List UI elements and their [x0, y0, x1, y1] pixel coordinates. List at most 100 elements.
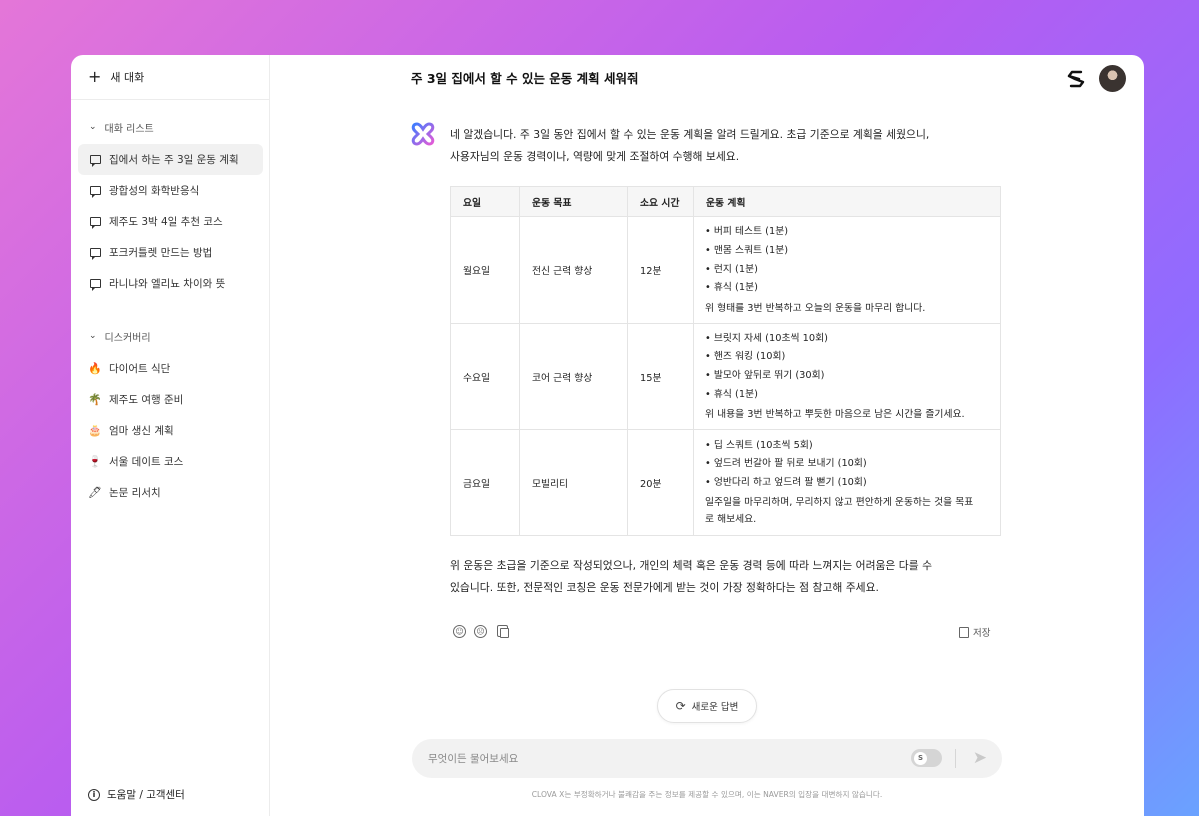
goal-cell: 모빌리티	[519, 429, 628, 536]
prompt-input[interactable]	[428, 752, 888, 765]
send-icon[interactable]: ➤	[973, 748, 987, 768]
top-bar: 주 3일 집에서 할 수 있는 운동 계획 세워줘	[270, 55, 1144, 100]
plan-item: • 휴식 (1분)	[705, 282, 758, 294]
regenerate-label: 새로운 답변	[691, 702, 739, 713]
discovery-item[interactable]: 🎂 엄마 생신 계획	[78, 415, 263, 446]
time-cell: 12분	[627, 216, 694, 324]
chat-item-label: 라니냐와 엘리뇨 차이와 뜻	[109, 278, 226, 290]
goal-cell: 코어 근력 향상	[519, 323, 628, 430]
chat-item[interactable]: 제주도 3박 4일 추천 코스	[78, 206, 263, 237]
thumbs-down-frown-icon[interactable]: ☹	[474, 625, 487, 638]
save-label: 저장	[973, 628, 991, 639]
table-row: 수요일 코어 근력 향상 15분 • 브릿지 자세 (10초씩 10회) • 핸…	[450, 323, 1001, 430]
table-row: 월요일 전신 근력 향상 12분 • 버피 테스트 (1분) • 맨몸 스쿼트 …	[450, 216, 1001, 324]
outro-line: 위 운동은 초급을 기준으로 작성되었으나, 개인의 체력 혹은 운동 경력 등…	[450, 559, 933, 572]
sidebar: + 새 대화 ⌄ 대화 리스트 집에서 하는 주 3일 운동 계획 광합성의 화…	[71, 55, 270, 816]
chat-bubble-icon	[88, 186, 102, 198]
day-cell: 월요일	[450, 216, 520, 324]
new-chat-label: 새 대화	[110, 71, 145, 84]
discovery-item-label: 다이어트 식단	[109, 363, 171, 375]
chat-item-label: 광합성의 화학반응식	[109, 185, 200, 197]
clova-s-logo-icon[interactable]	[1067, 69, 1085, 89]
chat-bubble-icon	[88, 279, 102, 291]
discovery-item[interactable]: 🌴 제주도 여행 준비	[78, 384, 263, 415]
plan-item: • 버피 테스트 (1분)	[705, 226, 789, 238]
discovery-item-label: 서울 데이트 코스	[109, 456, 184, 468]
discovery-item[interactable]: 🍷 서울 데이트 코스	[78, 446, 263, 477]
avatar[interactable]	[1099, 65, 1126, 92]
goal-cell: 전신 근력 향상	[519, 216, 628, 324]
chat-item-label: 포크커틀렛 만드는 방법	[109, 247, 213, 259]
chat-item-label: 제주도 3박 4일 추천 코스	[109, 216, 223, 228]
bookmark-icon	[959, 626, 969, 638]
plan-note: 위 내용을 3번 반복하고 뿌듯한 마음으로 남은 시간을 즐기세요.	[705, 409, 965, 421]
plan-cell: • 버피 테스트 (1분) • 맨몸 스쿼트 (1분) • 런지 (1분) • …	[693, 216, 1001, 324]
info-icon: i	[88, 788, 100, 801]
chat-bubble-icon	[88, 155, 102, 167]
plan-item: • 휴식 (1분)	[705, 388, 758, 400]
discovery-item[interactable]: 🔥 다이어트 식단	[78, 353, 263, 384]
plan-item: • 핸즈 워킹 (10회)	[705, 351, 786, 363]
skill-toggle[interactable]: S	[911, 749, 942, 767]
cake-icon: 🎂	[88, 424, 102, 437]
plan-item: • 발모아 앞뒤로 뛰기 (30회)	[705, 370, 825, 381]
new-chat-button[interactable]: + 새 대화	[71, 55, 269, 100]
refresh-icon: ⟳	[675, 699, 686, 713]
plan-item: • 엎드려 번갈아 팔 뒤로 보내기 (10회)	[705, 458, 867, 470]
day-cell: 금요일	[450, 429, 520, 536]
discovery-item[interactable]: 🖊 논문 리서치	[78, 477, 263, 508]
divider	[955, 749, 956, 768]
intro-line: 사용자님의 운동 경력이나, 역량에 맞게 조절하여 수행해 보세요.	[450, 150, 740, 163]
pen-icon: 🖊	[88, 486, 102, 499]
plan-cell: • 딥 스쿼트 (10초씩 5회) • 엎드려 번갈아 팔 뒤로 보내기 (10…	[693, 429, 1001, 536]
help-link[interactable]: i 도움말 / 고객센터	[88, 787, 185, 802]
help-label: 도움말 / 고객센터	[107, 789, 185, 801]
table-row: 금요일 모빌리티 20분 • 딥 스쿼트 (10초씩 5회) • 엎드려 번갈아…	[450, 429, 1001, 536]
plan-item: • 딥 스쿼트 (10초씩 5회)	[705, 439, 813, 451]
discovery-header[interactable]: ⌄ 디스커버리	[71, 328, 269, 344]
plan-item: • 맨몸 스쿼트 (1분)	[705, 244, 789, 256]
column-header: 운동 계획	[693, 186, 1001, 217]
plan-note: 일주일을 마무리하며, 무리하지 않고 편안하게 운동하는 것을 목표로 해보세…	[705, 497, 974, 526]
save-button[interactable]: 저장	[959, 625, 990, 639]
prompt-bar: S ➤	[412, 739, 1002, 778]
plan-item: • 브릿지 자세 (10초씩 10회)	[705, 332, 828, 344]
plan-cell: • 브릿지 자세 (10초씩 10회) • 핸즈 워킹 (10회) • 발모아 …	[693, 323, 1001, 430]
chat-item[interactable]: 포크커틀렛 만드는 방법	[78, 237, 263, 268]
wine-icon: 🍷	[88, 455, 102, 468]
plus-icon: +	[88, 67, 102, 86]
time-cell: 15분	[627, 323, 694, 430]
day-cell: 수요일	[450, 323, 520, 430]
plan-note: 위 형태를 3번 반복하고 오늘의 운동을 마무리 합니다.	[705, 302, 926, 314]
chat-list-header[interactable]: ⌄ 대화 리스트	[71, 119, 269, 135]
discovery-item-label: 제주도 여행 준비	[109, 394, 184, 406]
column-header: 요일	[450, 186, 520, 217]
chat-bubble-icon	[88, 248, 102, 260]
chevron-down-icon: ⌄	[89, 122, 97, 132]
chat-bubble-icon	[88, 217, 102, 229]
table-header-row: 요일 운동 목표 소요 시간 운동 계획	[450, 186, 1001, 217]
chat-item[interactable]: 광합성의 화학반응식	[78, 175, 263, 206]
chat-list-title: 대화 리스트	[104, 123, 154, 135]
app-window: + 새 대화 ⌄ 대화 리스트 집에서 하는 주 3일 운동 계획 광합성의 화…	[71, 55, 1144, 816]
plan-item: • 엉반다리 하고 엎드려 팔 뻗기 (10회)	[705, 476, 867, 488]
regenerate-button[interactable]: ⟳ 새로운 답변	[657, 689, 757, 723]
discovery-title: 디스커버리	[104, 332, 151, 344]
workout-plan-table: 요일 운동 목표 소요 시간 운동 계획 월요일 전신 근력 향상 12분 • …	[450, 186, 1001, 536]
thumbs-up-smile-icon[interactable]: ☺	[453, 625, 466, 638]
fire-icon: 🔥	[88, 362, 102, 375]
discovery-item-label: 엄마 생신 계획	[109, 425, 174, 437]
chevron-down-icon: ⌄	[89, 331, 97, 341]
column-header: 운동 목표	[519, 186, 628, 217]
message-actions: ☺ ☹	[453, 625, 509, 638]
chat-main: 주 3일 집에서 할 수 있는 운동 계획 세워줘 네 알겠습니다. 주 3일 …	[270, 55, 1144, 816]
chat-item[interactable]: 집에서 하는 주 3일 운동 계획	[78, 144, 263, 175]
intro-line: 네 알겠습니다. 주 3일 동안 집에서 할 수 있는 운동 계획을 알려 드릴…	[450, 128, 930, 141]
palm-tree-icon: 🌴	[88, 393, 102, 406]
clova-x-logo-icon	[411, 122, 435, 146]
page-title: 주 3일 집에서 할 수 있는 운동 계획 세워줘	[411, 71, 639, 86]
s-toggle-icon: S	[914, 751, 927, 765]
chat-item[interactable]: 라니냐와 엘리뇨 차이와 뜻	[78, 268, 263, 299]
plan-item: • 런지 (1분)	[705, 263, 758, 275]
copy-icon[interactable]	[497, 625, 509, 638]
